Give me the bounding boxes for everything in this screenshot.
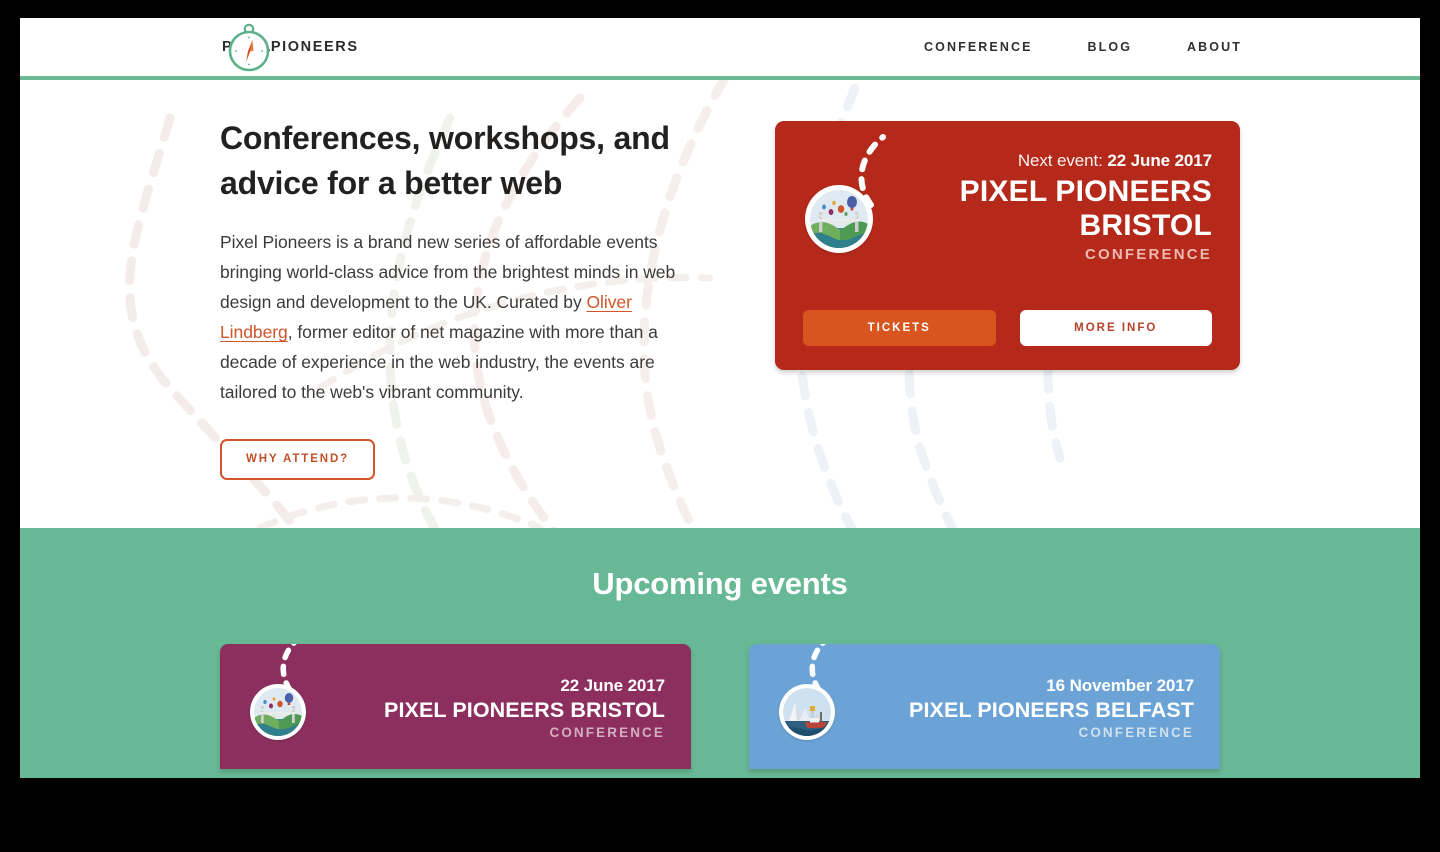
site-logo[interactable]: PIXEL PIONEERS [222,18,359,76]
event-type: CONFERENCE [549,725,665,740]
featured-event-name: PIXEL PIONEERS BRISTOL [959,175,1212,242]
event-name: PIXEL PIONEERS BRISTOL [384,698,665,722]
featured-event-actions: TICKETS MORE INFO [803,310,1212,346]
more-info-button[interactable]: MORE INFO [1019,310,1212,346]
event-date: 16 November 2017 [1046,676,1194,695]
main-navigation: CONFERENCE BLOG ABOUT [924,18,1242,76]
featured-event-next-line: Next event: 22 June 2017 [882,151,1212,171]
event-text-belfast: 16 November 2017 PIXEL PIONEERS BELFAST … [909,676,1194,740]
hero-section: Conferences, workshops, and advice for a… [20,76,1420,528]
why-attend-button[interactable]: WHY ATTEND? [220,439,376,480]
upcoming-events-grid: 22 June 2017 PIXEL PIONEERS BRISTOL CONF… [220,644,1220,769]
nav-item-conference[interactable]: CONFERENCE [924,40,1033,54]
featured-event-card[interactable]: Next event: 22 June 2017 PIXEL PIONEERS … [775,121,1240,370]
logo-text-pioneers: PIONEERS [270,38,359,55]
hero-description: Pixel Pioneers is a brand new series of … [220,227,690,408]
hero-content-wrapper: Conferences, workshops, and advice for a… [220,76,1240,480]
hero-title: Conferences, workshops, and advice for a… [220,120,670,202]
event-type: CONFERENCE [1078,725,1194,740]
upcoming-events-heading: Upcoming events [592,566,848,601]
featured-event-date: 22 June 2017 [1107,151,1212,170]
belfast-harbour-ship-icon [779,684,835,740]
tickets-button[interactable]: TICKETS [803,310,996,346]
event-card-bristol[interactable]: 22 June 2017 PIXEL PIONEERS BRISTOL CONF… [220,644,691,769]
event-date: 22 June 2017 [560,676,665,695]
nav-item-blog[interactable]: BLOG [1088,40,1133,54]
featured-event-badge-group [805,134,886,253]
site-header: PIXEL PIONEERS CONFERENCE BLOG ABO [20,18,1420,76]
event-text-bristol: 22 June 2017 PIXEL PIONEERS BRISTOL CONF… [384,676,665,740]
bristol-bridge-balloons-icon [250,684,306,740]
nav-item-about[interactable]: ABOUT [1187,40,1242,54]
browser-viewport: PIXEL PIONEERS CONFERENCE BLOG ABO [20,18,1420,778]
event-badge-bristol [250,684,306,740]
upcoming-events-section: Upcoming events 22 June 2017 PIXEL PIONE… [20,528,1420,778]
header-green-divider [20,76,1420,80]
event-name: PIXEL PIONEERS BELFAST [909,698,1194,722]
featured-event-text: Next event: 22 June 2017 PIXEL PIONEERS … [882,151,1212,263]
event-card-belfast[interactable]: 16 November 2017 PIXEL PIONEERS BELFAST … [749,644,1220,769]
event-badge-belfast [779,684,835,740]
hero-copy-block: Conferences, workshops, and advice for a… [220,116,690,480]
next-event-label: Next event: [1017,151,1103,170]
featured-event-type: CONFERENCE [1084,245,1212,263]
compass-icon [226,18,272,76]
